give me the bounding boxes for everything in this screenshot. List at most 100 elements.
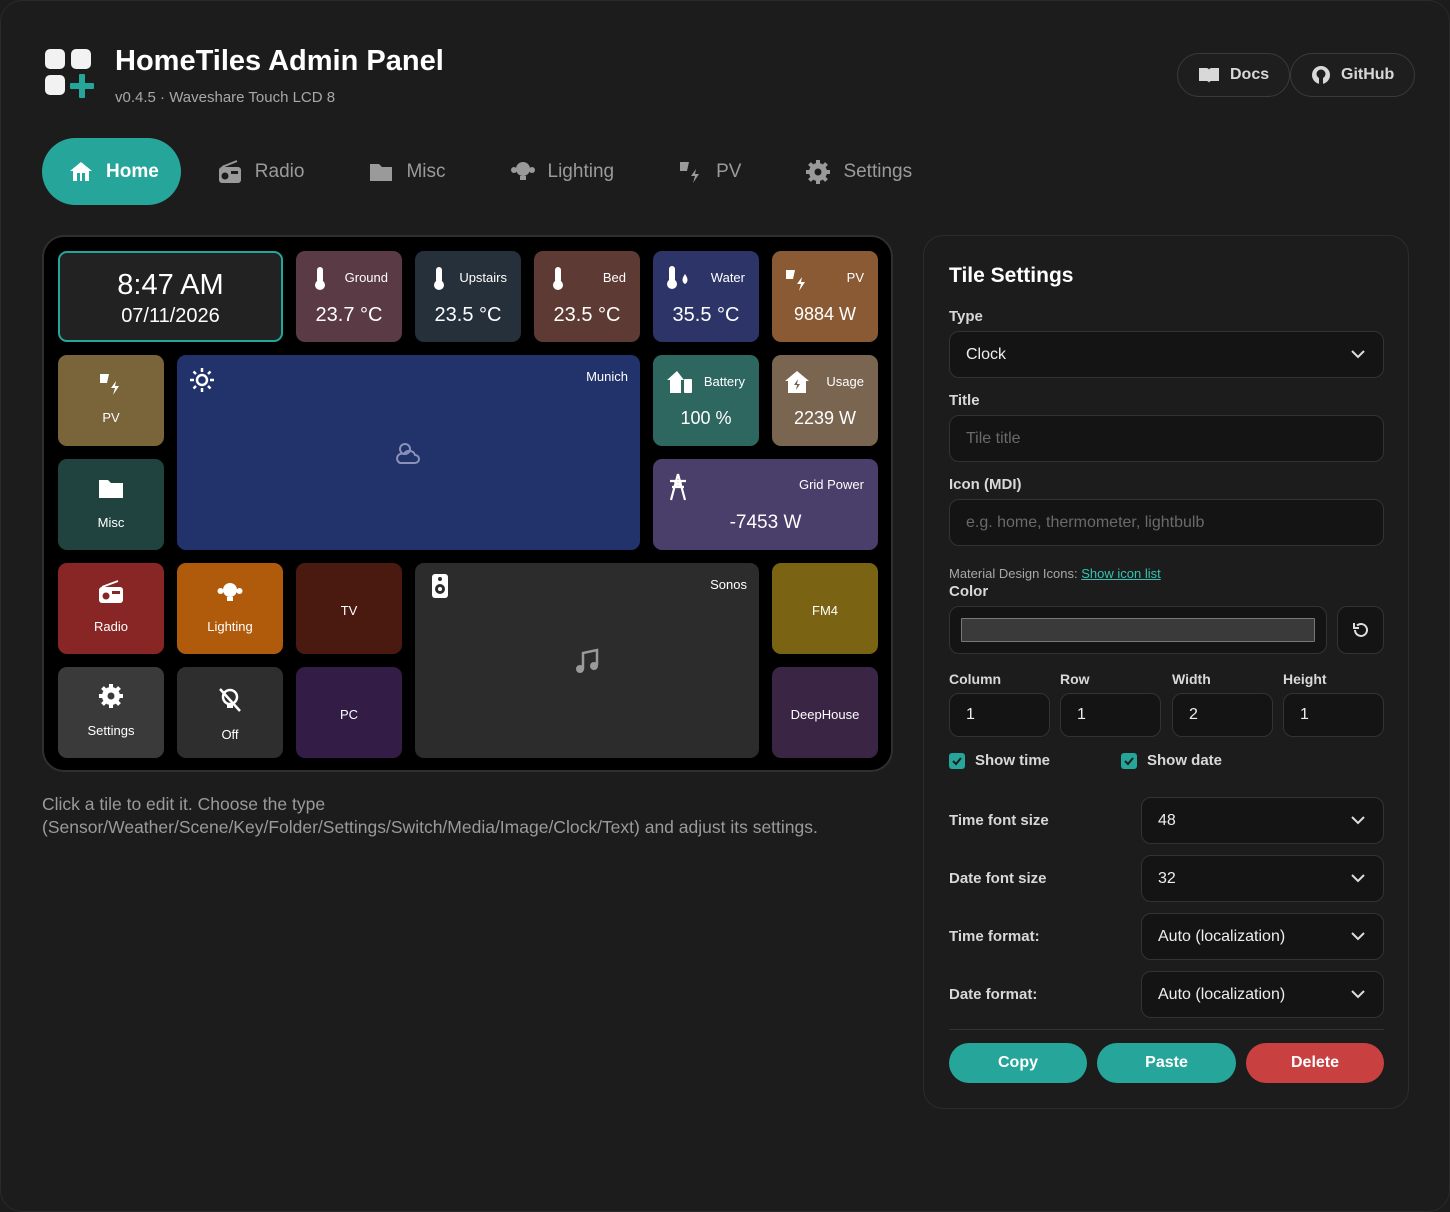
show-time-checkbox[interactable]: Show time <box>949 752 1050 769</box>
chevron-down-icon <box>1351 990 1365 999</box>
type-select[interactable]: Clock <box>949 331 1384 378</box>
tab-settings[interactable]: Settings <box>777 138 940 205</box>
height-input[interactable]: 1 <box>1283 693 1384 737</box>
title-input[interactable]: Tile title <box>949 415 1384 462</box>
tile-water[interactable]: Water 35.5 °C <box>653 251 759 342</box>
time-format-label: Time format: <box>949 928 1040 945</box>
date-format-select[interactable]: Auto (localization) <box>1141 971 1384 1018</box>
icon-label: Icon (MDI) <box>949 476 1022 493</box>
tile-radio-title: Radio <box>94 619 128 634</box>
tile-lighting[interactable]: Lighting <box>177 563 283 654</box>
tab-radio[interactable]: Radio <box>189 138 333 205</box>
thermometer-icon <box>553 267 563 290</box>
copy-button[interactable]: Copy <box>949 1043 1087 1083</box>
tile-sonos[interactable]: Sonos <box>415 563 759 758</box>
tab-pv[interactable]: PV <box>650 138 769 205</box>
time-font-size-select[interactable]: 48 <box>1141 797 1384 844</box>
radio-icon <box>99 580 123 603</box>
tile-sonos-title: Sonos <box>710 577 747 592</box>
show-date-checkbox[interactable]: Show date <box>1121 752 1222 769</box>
tile-settings[interactable]: Settings <box>58 667 164 758</box>
tab-bar: Home Radio Misc Lighting PV Settings <box>42 138 948 205</box>
column-input[interactable]: 1 <box>949 693 1050 737</box>
icon-placeholder: e.g. home, thermometer, lightbulb <box>966 513 1205 531</box>
tile-usage[interactable]: Usage 2239 W <box>772 355 878 446</box>
width-input[interactable]: 2 <box>1172 693 1273 737</box>
tile-bed[interactable]: Bed 23.5 °C <box>534 251 640 342</box>
show-date-label: Show date <box>1147 752 1223 769</box>
tab-lighting[interactable]: Lighting <box>482 138 643 205</box>
date-font-size-select[interactable]: 32 <box>1141 855 1384 902</box>
tile-bed-title: Bed <box>602 270 626 285</box>
tile-water-value: 35.5 °C <box>672 304 740 326</box>
time-format-select[interactable]: Auto (localization) <box>1141 913 1384 960</box>
logo-icon <box>45 49 97 101</box>
mdi-note-text: Material Design Icons: <box>949 566 1078 581</box>
tile-deephouse[interactable]: DeepHouse <box>772 667 878 758</box>
lightbulb-group-icon <box>510 161 535 180</box>
tile-radio[interactable]: Radio <box>58 563 164 654</box>
home-battery-icon <box>667 371 692 393</box>
tile-battery-title: Battery <box>703 374 745 389</box>
tab-misc[interactable]: Misc <box>340 138 473 205</box>
tile-ground[interactable]: Ground 23.7 °C <box>296 251 402 342</box>
tile-pv-sensor-value: 9884 W <box>793 304 857 324</box>
width-label: Width <box>1172 671 1211 687</box>
docs-label: Docs <box>1230 66 1270 83</box>
clock-time: 8:47 AM <box>117 269 224 301</box>
tile-off[interactable]: Off <box>177 667 283 758</box>
title-placeholder: Tile title <box>966 429 1021 447</box>
tile-ground-value: 23.7 °C <box>315 304 383 326</box>
tile-settings-panel: Tile Settings Type Clock Title Tile titl… <box>923 235 1409 1109</box>
tile-upstairs[interactable]: Upstairs 23.5 °C <box>415 251 521 342</box>
tile-water-title: Water <box>710 270 745 285</box>
tile-upstairs-title: Upstairs <box>459 270 507 285</box>
chevron-down-icon <box>1351 350 1365 359</box>
tile-bed-value: 23.5 °C <box>553 304 621 326</box>
tile-pv-sensor[interactable]: PV 9884 W <box>772 251 878 342</box>
reset-color-button[interactable] <box>1337 606 1384 654</box>
tile-clock[interactable]: 8:47 AM 07/11/2026 <box>58 251 283 342</box>
title-label: Title <box>949 392 980 409</box>
tile-battery[interactable]: Battery 100 % <box>653 355 759 446</box>
folder-icon <box>370 163 393 181</box>
github-button[interactable]: GitHub <box>1290 53 1416 97</box>
date-font-size-value: 32 <box>1158 869 1176 887</box>
tile-off-title: Off <box>221 727 239 742</box>
solar-power-icon <box>100 374 119 395</box>
tile-fm4-title: FM4 <box>812 603 838 618</box>
row-value: 1 <box>1077 706 1086 723</box>
tab-radio-label: Radio <box>254 160 305 182</box>
type-label: Type <box>949 308 983 325</box>
speaker-icon <box>432 574 448 598</box>
paste-button[interactable]: Paste <box>1097 1043 1236 1083</box>
row-input[interactable]: 1 <box>1060 693 1161 737</box>
tile-upstairs-value: 23.5 °C <box>434 304 502 326</box>
music-note-icon <box>576 648 599 673</box>
home-lightning-icon <box>785 371 809 393</box>
tile-tv[interactable]: TV <box>296 563 402 654</box>
tile-misc[interactable]: Misc <box>58 459 164 550</box>
color-picker[interactable] <box>949 606 1327 654</box>
lightbulb-group-icon <box>217 583 243 601</box>
chevron-down-icon <box>1351 932 1365 941</box>
tile-grid-power[interactable]: Grid Power -7453 W <box>653 459 878 550</box>
panel-heading: Tile Settings <box>949 264 1074 287</box>
tile-pc[interactable]: PC <box>296 667 402 758</box>
tab-home[interactable]: Home <box>42 138 181 205</box>
tile-weather[interactable]: Munich <box>177 355 640 550</box>
docs-button[interactable]: Docs <box>1177 53 1291 97</box>
show-icon-list-link[interactable]: Show icon list <box>1081 566 1160 581</box>
color-label: Color <box>949 583 989 600</box>
column-label: Column <box>949 671 1002 687</box>
tile-deephouse-title: DeepHouse <box>790 707 860 722</box>
date-format-value: Auto (localization) <box>1158 985 1286 1003</box>
delete-button[interactable]: Delete <box>1246 1043 1384 1083</box>
tile-pv-key[interactable]: PV <box>58 355 164 446</box>
icon-input[interactable]: e.g. home, thermometer, lightbulb <box>949 499 1384 546</box>
time-font-size-value: 48 <box>1158 811 1176 829</box>
row-label: Row <box>1060 671 1090 687</box>
sun-icon <box>190 368 214 392</box>
tile-fm4[interactable]: FM4 <box>772 563 878 654</box>
checkbox-checked-icon <box>949 752 965 769</box>
